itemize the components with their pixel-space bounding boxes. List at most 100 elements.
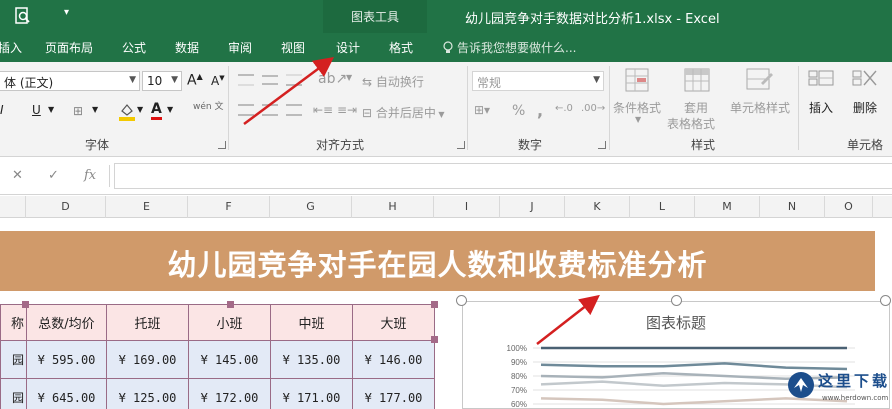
table-cell[interactable]: 园 — [0, 340, 27, 379]
table-cell[interactable]: ¥ 595.00 — [26, 340, 107, 379]
align-bottom-icon[interactable] — [286, 74, 302, 86]
tell-me-search[interactable]: 告诉我您想要做什么... — [443, 39, 576, 56]
title-banner[interactable]: 幼儿园竞争对手在园人数和收费标准分析 — [0, 231, 875, 291]
column-header-l[interactable]: L — [630, 196, 695, 218]
table-cell[interactable]: ¥ 645.00 — [26, 378, 107, 409]
decrease-decimal-icon[interactable]: .00→ — [581, 103, 605, 114]
font-name-combo[interactable]: 体 (正文) ▼ — [0, 71, 140, 91]
range-resize-handle[interactable] — [22, 301, 29, 308]
orientation-icon[interactable]: ab↗ — [318, 71, 347, 87]
cancel-icon[interactable]: ✕ — [12, 168, 23, 183]
tab-format[interactable]: 格式 — [389, 39, 413, 56]
increase-indent-icon[interactable]: ≡⇥ — [337, 103, 357, 117]
column-header-i[interactable]: I — [434, 196, 500, 218]
column-header-h[interactable]: H — [352, 196, 434, 218]
table-header-cell[interactable]: 称 — [0, 304, 27, 341]
column-header-d[interactable]: D — [26, 196, 106, 218]
range-resize-handle[interactable] — [431, 336, 438, 343]
insert-cells-icon[interactable] — [807, 67, 837, 95]
formula-input[interactable] — [114, 163, 892, 189]
grow-font-button[interactable]: A▲ — [187, 72, 203, 89]
orientation-dropdown[interactable]: ▼ — [346, 73, 352, 82]
align-top-icon[interactable] — [238, 74, 254, 86]
phonetic-button[interactable]: wén 文 — [193, 102, 223, 112]
fill-color-icon[interactable] — [118, 102, 136, 122]
align-left-icon[interactable] — [238, 104, 254, 116]
table-cell[interactable]: ¥ 125.00 — [106, 378, 189, 409]
insert-cells-button[interactable]: 插入 — [809, 99, 833, 116]
column-header-k[interactable]: K — [565, 196, 630, 218]
range-resize-handle[interactable] — [227, 301, 234, 308]
table-cell[interactable]: 园 — [0, 378, 27, 409]
chart-resize-handle[interactable] — [671, 295, 682, 306]
shrink-font-button[interactable]: A▼ — [211, 74, 225, 88]
column-header-j[interactable]: J — [500, 196, 565, 218]
accounting-format-icon[interactable]: ⊞▾ — [474, 103, 490, 117]
table-cell[interactable]: ¥ 171.00 — [270, 378, 353, 409]
font-size-combo[interactable]: 10 ▼ — [142, 71, 182, 91]
conditional-format-icon[interactable] — [624, 67, 654, 95]
table-cell[interactable]: ¥ 177.00 — [352, 378, 435, 409]
range-resize-handle[interactable] — [431, 301, 438, 308]
table-header-cell[interactable]: 托班 — [106, 304, 189, 341]
delete-cells-button[interactable]: 删除 — [853, 99, 877, 116]
insert-function-icon[interactable]: fx — [84, 168, 96, 183]
chart-resize-handle[interactable] — [880, 295, 891, 306]
fill-color-dropdown[interactable]: ▼ — [137, 105, 143, 114]
table-cell[interactable]: ¥ 135.00 — [270, 340, 353, 379]
table-header-cell[interactable]: 大班 — [352, 304, 435, 341]
tab-formulas[interactable]: 公式 — [122, 39, 146, 56]
wrap-text-button[interactable]: ⇆ 自动换行 — [362, 73, 424, 90]
cell-styles-icon[interactable] — [745, 67, 775, 95]
decrease-indent-icon[interactable]: ⇤≡ — [313, 103, 333, 117]
number-dialog-launcher-icon[interactable] — [598, 141, 606, 149]
table-header-cell[interactable]: 总数/均价 — [26, 304, 107, 341]
table-cell[interactable]: ¥ 146.00 — [352, 340, 435, 379]
table-header-cell[interactable]: 中班 — [270, 304, 353, 341]
percent-button[interactable]: % — [512, 103, 525, 119]
column-header-f[interactable]: F — [188, 196, 270, 218]
align-center-icon[interactable] — [262, 104, 278, 116]
customize-qat-icon[interactable]: ▾ — [64, 7, 69, 18]
tab-data[interactable]: 数据 — [175, 39, 199, 56]
table-cell[interactable]: ¥ 172.00 — [188, 378, 271, 409]
merge-center-button[interactable]: ⊟ 合并后居中 ▼ — [362, 104, 445, 121]
tab-insert[interactable]: 插入 — [0, 39, 22, 56]
borders-icon[interactable]: ⊞ — [73, 104, 83, 118]
column-header-e[interactable]: E — [106, 196, 188, 218]
print-preview-icon[interactable] — [13, 6, 33, 26]
align-middle-icon[interactable] — [262, 75, 278, 85]
format-as-table-icon[interactable] — [683, 67, 713, 95]
borders-dropdown[interactable]: ▼ — [92, 105, 98, 114]
cell-styles-button[interactable]: 单元格样式 — [730, 99, 790, 116]
italic-button[interactable]: I — [0, 103, 4, 117]
table-cell[interactable]: ¥ 145.00 — [188, 340, 271, 379]
tab-page-layout[interactable]: 页面布局 — [45, 39, 93, 56]
column-header-o[interactable]: O — [825, 196, 873, 218]
tab-review[interactable]: 审阅 — [228, 39, 252, 56]
font-dialog-launcher-icon[interactable] — [218, 141, 226, 149]
column-header-g[interactable]: G — [270, 196, 352, 218]
delete-cells-icon[interactable] — [851, 67, 881, 95]
chart-resize-handle[interactable] — [456, 295, 467, 306]
underline-dropdown[interactable]: ▼ — [48, 105, 54, 114]
table-header-cell[interactable]: 小班 — [188, 304, 271, 341]
tab-design[interactable]: 设计 — [336, 39, 360, 56]
enter-icon[interactable]: ✓ — [48, 168, 59, 183]
column-header-n[interactable]: N — [760, 196, 825, 218]
column-header-m[interactable]: M — [695, 196, 760, 218]
column-header-c[interactable] — [0, 196, 26, 218]
underline-button[interactable]: U — [32, 103, 41, 117]
font-color-dropdown[interactable]: ▼ — [167, 105, 173, 114]
number-format-combo[interactable]: 常规 ▼ — [472, 71, 604, 91]
format-as-table-button[interactable]: 套用 — [684, 99, 708, 116]
comma-button[interactable]: , — [537, 101, 543, 120]
increase-decimal-icon[interactable]: ←.0 — [555, 103, 573, 114]
alignment-dialog-launcher-icon[interactable] — [457, 141, 465, 149]
tab-view[interactable]: 视图 — [281, 39, 305, 56]
align-right-icon[interactable] — [286, 104, 302, 116]
font-color-button[interactable]: A — [151, 101, 162, 120]
worksheet[interactable]: 幼儿园竞争对手在园人数和收费标准分析 称 总数/均价 托班 小班 中班 大班 园… — [0, 218, 892, 409]
conditional-format-button[interactable]: 条件格式 — [613, 99, 661, 116]
table-cell[interactable]: ¥ 169.00 — [106, 340, 189, 379]
